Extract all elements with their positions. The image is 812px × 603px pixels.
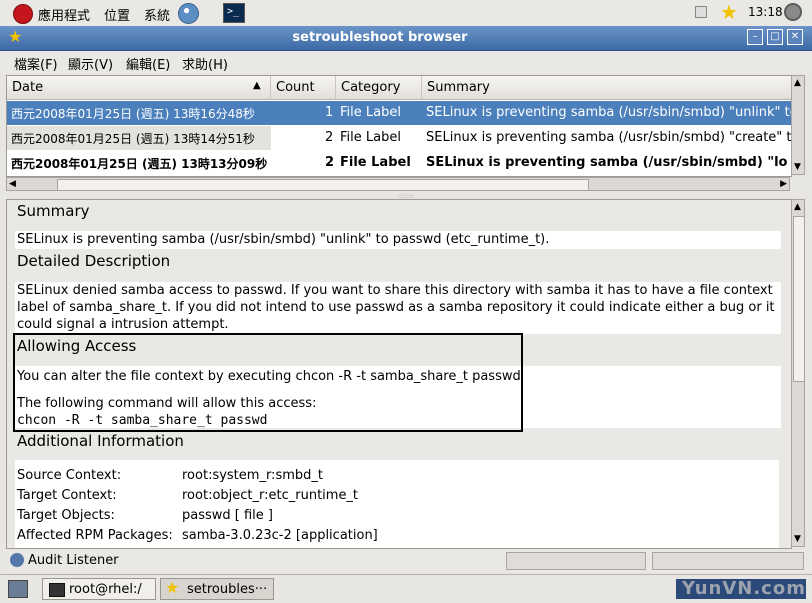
web-browser-icon[interactable] xyxy=(178,3,199,24)
column-header-date[interactable]: Date ▲ xyxy=(7,76,271,100)
vertical-scroll-thumb[interactable] xyxy=(793,216,805,382)
highlight-box xyxy=(13,333,523,432)
summary-heading: Summary xyxy=(17,202,90,220)
alert-table: Date ▲ Count Category Summary 西元2008年01月… xyxy=(6,75,792,177)
table-row[interactable]: 西元2008年01月25日 (週五) 13時16分48秒 1 File Labe… xyxy=(7,101,791,125)
scroll-left-icon[interactable]: ◀ xyxy=(9,179,16,189)
target-context-label: Target Context: xyxy=(17,488,117,503)
close-button[interactable]: ✕ xyxy=(787,29,803,45)
row-summary: SELinux is preventing samba (/usr/sbin/s… xyxy=(426,130,791,145)
row-date: 西元2008年01月25日 (週五) 13時16分48秒 xyxy=(11,107,255,121)
sort-ascending-icon: ▲ xyxy=(253,80,261,91)
terminal-icon[interactable]: >_ xyxy=(223,3,245,23)
task-setroubleshoot-label: setroubles··· xyxy=(187,582,268,597)
places-menu[interactable]: 位置 xyxy=(104,5,130,24)
table-row[interactable]: 西元2008年01月25日 (週五) 13時14分51秒 2 File Labe… xyxy=(7,126,791,150)
redhat-logo-icon[interactable] xyxy=(13,4,33,24)
source-context-label: Source Context: xyxy=(17,468,122,483)
description-line: could signal a intrusion attempt. xyxy=(17,317,229,332)
row-count: 2 xyxy=(325,155,335,170)
setroubleshoot-star-icon: ★ xyxy=(165,578,180,597)
row-summary: SELinux is preventing samba (/usr/sbin/s… xyxy=(426,105,791,120)
menu-file[interactable]: 檔案(F) xyxy=(14,54,58,73)
description-heading: Detailed Description xyxy=(17,252,171,270)
scroll-down-icon[interactable]: ▼ xyxy=(794,534,801,544)
menubar: 檔案(F) 顯示(V) 編輯(E) 求助(H) xyxy=(0,51,812,73)
show-desktop-icon[interactable] xyxy=(8,580,28,598)
description-line: SELinux denied samba access to passwd. I… xyxy=(17,283,773,298)
row-count: 2 xyxy=(325,130,334,145)
horizontal-scroll-thumb[interactable] xyxy=(57,179,589,191)
target-objects-value: passwd [ file ] xyxy=(182,508,273,523)
summary-text: SELinux is preventing samba (/usr/sbin/s… xyxy=(15,231,781,249)
row-count: 1 xyxy=(325,105,334,120)
window-title: setroubleshoot browser xyxy=(292,30,468,45)
tray-notification-icon[interactable] xyxy=(695,6,707,18)
terminal-icon xyxy=(49,583,65,597)
setroubleshoot-star-icon[interactable]: ★ xyxy=(720,2,738,22)
table-row[interactable]: 西元2008年01月25日 (週五) 13時13分09秒 2 File Labe… xyxy=(7,151,791,175)
status-field xyxy=(506,552,646,570)
row-category: File Label xyxy=(340,130,401,145)
status-bar: Audit Listener xyxy=(6,550,812,572)
task-terminal[interactable]: root@rhel:/ xyxy=(42,578,156,600)
row-category: File Label xyxy=(340,155,411,170)
column-header-count[interactable]: Count xyxy=(271,76,336,100)
panel-clock[interactable]: 13:18 xyxy=(748,5,783,19)
menu-view[interactable]: 顯示(V) xyxy=(68,54,113,73)
watermark: YunVN.com xyxy=(682,578,806,599)
status-text: Audit Listener xyxy=(28,553,119,568)
column-header-category[interactable]: Category xyxy=(336,76,422,100)
scroll-right-icon[interactable]: ▶ xyxy=(780,179,787,189)
progress-field xyxy=(652,552,804,570)
target-objects-label: Target Objects: xyxy=(17,508,115,523)
window-titlebar[interactable]: ★ setroubleshoot browser – □ ✕ xyxy=(0,26,812,51)
scroll-up-icon[interactable]: ▲ xyxy=(794,202,801,212)
rpm-packages-value: samba-3.0.23c-2 [application] xyxy=(182,528,378,543)
top-panel: 應用程式 位置 系統 >_ ★ 13:18 xyxy=(0,0,812,27)
menu-edit[interactable]: 編輯(E) xyxy=(126,54,170,73)
row-summary: SELinux is preventing samba (/usr/sbin/s… xyxy=(426,155,788,170)
rpm-packages-label: Affected RPM Packages: xyxy=(17,528,173,543)
detail-vertical-scrollbar[interactable]: ▲ ▼ xyxy=(791,199,805,547)
description-text: SELinux denied samba access to passwd. I… xyxy=(15,282,781,334)
scroll-down-icon[interactable]: ▼ xyxy=(794,162,801,172)
table-horizontal-scrollbar[interactable]: ◀ ▶ xyxy=(6,177,790,191)
source-context-value: root:system_r:smbd_t xyxy=(182,468,323,483)
system-menu[interactable]: 系統 xyxy=(144,5,170,24)
menu-help[interactable]: 求助(H) xyxy=(182,54,228,73)
task-setroubleshoot[interactable]: ★ setroubles··· xyxy=(160,578,274,600)
maximize-button[interactable]: □ xyxy=(767,29,783,45)
table-vertical-scrollbar[interactable]: ▲ ▼ xyxy=(791,75,805,175)
additional-info-heading: Additional Information xyxy=(17,432,184,450)
row-date: 西元2008年01月25日 (週五) 13時13分09秒 xyxy=(11,157,268,171)
description-line: label of samba_share_t. If you did not i… xyxy=(17,300,775,315)
minimize-button[interactable]: – xyxy=(747,29,763,45)
audit-listener-icon xyxy=(10,553,24,567)
applications-menu[interactable]: 應用程式 xyxy=(38,5,90,24)
scroll-up-icon[interactable]: ▲ xyxy=(794,78,801,88)
row-category: File Label xyxy=(340,105,401,120)
column-header-date-label: Date xyxy=(12,80,44,95)
row-date: 西元2008年01月25日 (週五) 13時14分51秒 xyxy=(11,132,255,146)
update-gear-icon[interactable] xyxy=(784,3,802,21)
target-context-value: root:object_r:etc_runtime_t xyxy=(182,488,359,503)
task-terminal-label: root@rhel:/ xyxy=(69,582,142,597)
column-header-summary[interactable]: Summary xyxy=(422,76,791,100)
